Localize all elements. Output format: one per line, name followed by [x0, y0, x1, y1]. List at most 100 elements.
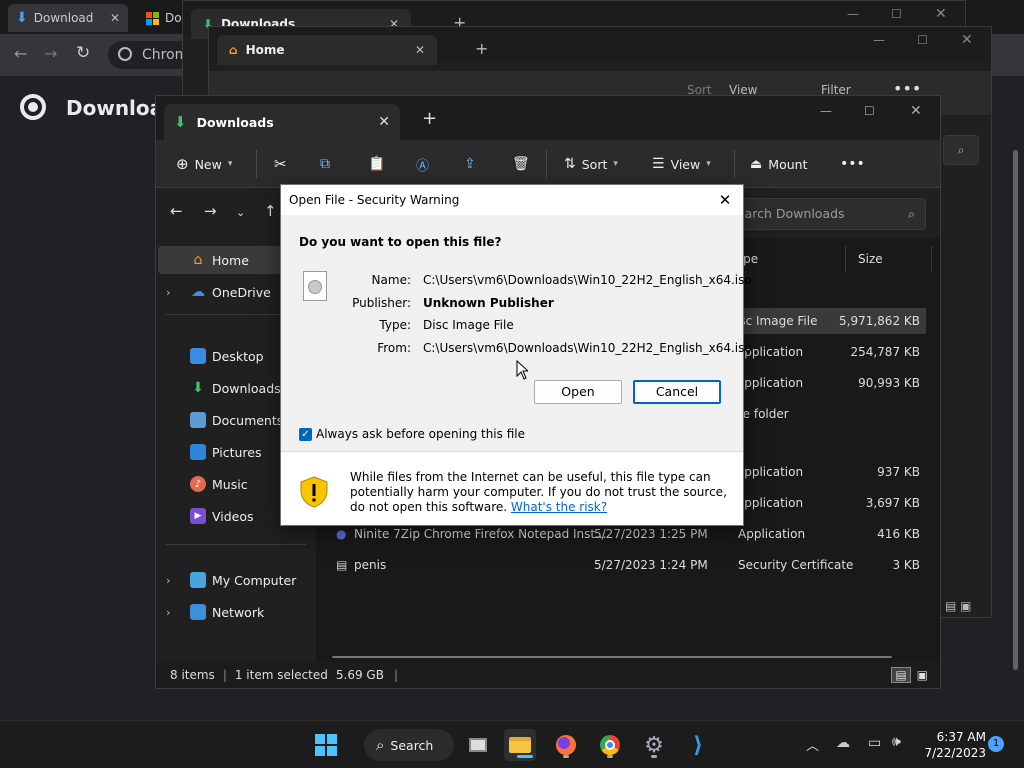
- disc-file-icon: [303, 271, 327, 301]
- onedrive-offline-icon[interactable]: ☁: [836, 735, 850, 751]
- sidebar-item-label: Pictures: [212, 444, 262, 460]
- minimize-icon[interactable]: —: [847, 7, 859, 21]
- publisher-label: Publisher:: [352, 296, 411, 310]
- new-button-label: New: [194, 156, 222, 172]
- taskbar-chrome[interactable]: [594, 729, 626, 761]
- download-icon: ⬇: [192, 380, 204, 396]
- more-icon[interactable]: •••: [840, 150, 865, 178]
- search-icon[interactable]: ⌕: [943, 135, 979, 165]
- cloud-icon: ☁: [191, 284, 205, 300]
- close-icon[interactable]: ✕: [415, 43, 425, 57]
- tiles-view-icon[interactable]: ▣: [917, 668, 928, 682]
- sidebar-item-network[interactable]: Network: [158, 598, 314, 626]
- chrome-tab-microsoft[interactable]: Do: [138, 4, 188, 32]
- back-arrow-icon[interactable]: ←: [14, 44, 27, 63]
- checkmark-icon: ✓: [299, 427, 312, 441]
- column-header-size[interactable]: Size: [856, 246, 932, 272]
- file-size: 90,993 KB: [858, 376, 920, 390]
- forward-arrow-icon[interactable]: →: [44, 44, 57, 63]
- share-icon[interactable]: ⇪: [464, 150, 476, 178]
- file-date: 5/27/2023 1:25 PM: [594, 527, 708, 541]
- chrome-tab-downloads[interactable]: ⬇ Download ✕: [8, 4, 128, 32]
- chevron-up-icon[interactable]: ︿: [806, 735, 819, 754]
- sidebar-item-my-computer[interactable]: My Computer: [158, 566, 314, 594]
- taskbar-settings[interactable]: ⚙: [638, 729, 670, 761]
- mount-disc-icon: ⏏: [750, 156, 763, 172]
- close-icon[interactable]: ✕: [110, 11, 120, 25]
- taskbar-file-explorer[interactable]: [504, 729, 536, 761]
- rename-icon[interactable]: Ⓐ: [416, 150, 429, 178]
- new-button[interactable]: ⊕ New ▾: [176, 150, 232, 178]
- tab-downloads[interactable]: ⬇ Downloads ✕: [164, 104, 400, 140]
- details-view-icon[interactable]: ▤: [891, 667, 911, 683]
- reload-icon[interactable]: ↻: [76, 43, 90, 63]
- maximize-icon[interactable]: ☐: [864, 104, 875, 118]
- open-button[interactable]: Open: [534, 380, 622, 404]
- minimize-icon[interactable]: —: [820, 104, 832, 118]
- sidebar-item-label: Documents: [212, 412, 284, 428]
- horizontal-scrollbar[interactable]: [332, 656, 892, 658]
- chrome-scrollbar[interactable]: [1008, 136, 1024, 720]
- sidebar-item-label: Desktop: [212, 348, 264, 364]
- whats-the-risk-link[interactable]: What's the risk?: [511, 500, 607, 514]
- taskbar-firefox[interactable]: [550, 729, 582, 761]
- network-icon: [190, 604, 206, 620]
- task-view-button[interactable]: [462, 729, 494, 761]
- table-row[interactable]: ▤ penis 5/27/2023 1:24 PM Security Certi…: [326, 552, 926, 578]
- warning-panel: While files from the Internet can be use…: [281, 451, 743, 525]
- cancel-button[interactable]: Cancel: [633, 380, 721, 404]
- tab-home[interactable]: ⌂ Home ✕: [217, 35, 437, 65]
- chrome-icon: [600, 735, 620, 755]
- new-tab-icon[interactable]: +: [475, 39, 488, 58]
- file-size: 254,787 KB: [850, 345, 920, 359]
- close-window-icon[interactable]: ✕: [935, 6, 947, 22]
- start-button[interactable]: [310, 729, 342, 761]
- recent-locations-chevron-icon[interactable]: ⌄: [236, 206, 245, 219]
- command-separator: [546, 150, 547, 178]
- taskbar-search-button[interactable]: ⌕ Search: [364, 729, 454, 761]
- close-icon[interactable]: ✕: [378, 114, 390, 130]
- volume-icon[interactable]: 🕪: [892, 734, 901, 750]
- forward-arrow-icon[interactable]: →: [204, 202, 217, 220]
- delete-icon[interactable]: 🗑: [512, 150, 530, 178]
- minimize-icon[interactable]: —: [873, 33, 885, 47]
- view-toggle-icon[interactable]: ▤ ▣: [945, 599, 972, 613]
- search-input[interactable]: Search Downloads ⌕: [716, 198, 926, 230]
- status-selected: 1 item selected: [234, 668, 328, 682]
- up-arrow-icon[interactable]: ↑: [264, 202, 277, 220]
- sidebar-item-label: Network: [212, 604, 265, 620]
- maximize-icon[interactable]: ☐: [917, 33, 928, 47]
- windows-logo-icon: [315, 734, 337, 756]
- sort-button[interactable]: ⇅ Sort ▾: [564, 150, 618, 178]
- close-window-icon[interactable]: ✕: [910, 103, 922, 119]
- always-ask-checkbox[interactable]: ✓ Always ask before opening this file: [299, 427, 525, 441]
- taskbar-vscode[interactable]: ⟩: [682, 729, 714, 761]
- cut-icon[interactable]: ✂: [274, 150, 287, 178]
- chevron-down-icon: ▾: [227, 159, 233, 169]
- maximize-icon[interactable]: ☐: [891, 7, 902, 21]
- file-type: Security Certificate: [738, 558, 854, 572]
- chrome-logo-icon: [20, 94, 46, 120]
- from-label: From:: [377, 341, 411, 355]
- view-button[interactable]: ☰ View ▾: [652, 150, 711, 178]
- mount-button[interactable]: ⏏ Mount: [750, 150, 807, 178]
- paste-icon[interactable]: 📋: [368, 150, 385, 178]
- chrome-tab-label: Do: [165, 11, 182, 25]
- firefox-icon: [556, 735, 576, 755]
- copy-icon[interactable]: ⧉: [320, 150, 330, 178]
- file-type: Application: [736, 376, 804, 390]
- network-monitor-icon[interactable]: ▭: [868, 735, 881, 751]
- view-lines-icon: ☰: [652, 156, 665, 172]
- column-header-type[interactable]: ype: [736, 246, 846, 272]
- close-window-icon[interactable]: ✕: [961, 32, 973, 48]
- mouse-cursor-icon: [516, 360, 528, 380]
- video-icon: ▶: [190, 508, 206, 524]
- tab-bar: ⬇ Downloads ✕ + — ☐ ✕: [156, 96, 940, 140]
- download-icon: ⬇: [16, 10, 28, 26]
- task-view-icon: [469, 738, 487, 752]
- new-tab-icon[interactable]: +: [422, 108, 437, 129]
- system-clock[interactable]: 6:37 AM 7/22/2023: [920, 729, 986, 761]
- notification-badge[interactable]: 1: [988, 736, 1004, 752]
- close-icon[interactable]: ✕: [713, 189, 737, 211]
- back-arrow-icon[interactable]: ←: [170, 202, 183, 220]
